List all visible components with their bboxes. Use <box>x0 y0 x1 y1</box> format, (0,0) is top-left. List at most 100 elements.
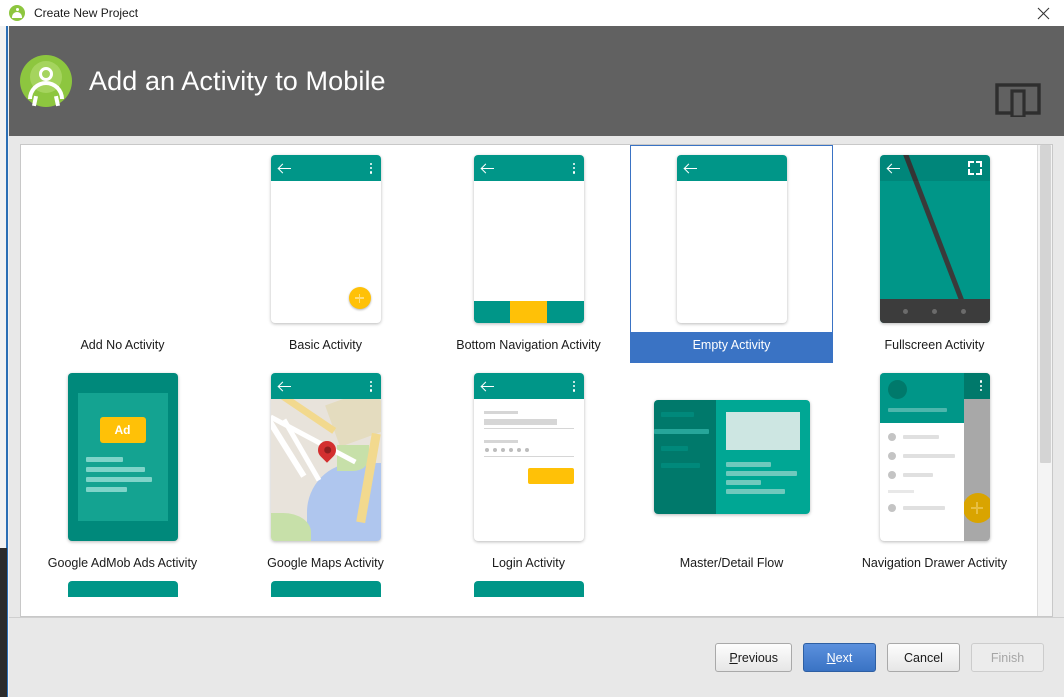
bottom-navigation-bar <box>474 301 584 323</box>
fullscreen-expand-icon <box>968 161 982 175</box>
overflow-menu-icon <box>370 163 373 174</box>
back-arrow-icon <box>685 162 697 174</box>
activity-template-label: Login Activity <box>427 551 630 581</box>
activity-template-partial[interactable] <box>224 581 427 597</box>
thumbnail-fullscreen-activity <box>880 155 990 323</box>
thumb-appbar <box>474 373 584 399</box>
drawer-menu-item <box>888 504 956 512</box>
thumbnail-google-maps-activity <box>271 373 381 541</box>
thumb-appbar <box>271 373 381 399</box>
gallery-scrollbar-thumb[interactable] <box>1040 145 1051 463</box>
activity-template-label-selected: Empty Activity <box>631 332 832 362</box>
ad-panel: Ad <box>78 393 168 521</box>
background-ide-dark-strip <box>0 548 7 697</box>
previous-button-label: revious <box>738 651 778 665</box>
activity-template-basic-activity[interactable]: Basic Activity <box>224 145 427 363</box>
activity-template-master-detail-flow[interactable]: Master/Detail Flow <box>630 363 833 581</box>
floating-action-button-icon <box>349 287 371 309</box>
password-dots <box>484 448 574 452</box>
activity-template-label: Google AdMob Ads Activity <box>21 551 224 581</box>
android-studio-logo-icon <box>20 55 72 107</box>
activity-template-label: Basic Activity <box>224 333 427 363</box>
next-button-mnemonic: N <box>827 651 836 665</box>
cancel-button[interactable]: Cancel <box>887 643 960 672</box>
drawer-divider <box>888 490 914 493</box>
thumbnail-empty-activity <box>677 155 787 323</box>
thumb-appbar <box>880 155 990 181</box>
window-titlebar: Create New Project <box>0 0 1064 26</box>
drawer-menu-item <box>888 471 956 479</box>
back-arrow-icon <box>279 380 291 392</box>
thumbnail-login-activity <box>474 373 584 541</box>
activity-gallery: Add No Activity <box>21 145 1053 597</box>
activity-template-google-admob-ads-activity[interactable]: Ad Google AdMob Ads Activity <box>21 363 224 581</box>
overflow-menu-icon <box>370 381 373 392</box>
activity-template-google-maps-activity[interactable]: Google Maps Activity <box>224 363 427 581</box>
dialog-footer: Previous Next Cancel Finish <box>9 617 1064 697</box>
map-canvas <box>271 399 381 541</box>
create-new-project-dialog: Create New Project Add an Activity to Mo… <box>0 0 1064 697</box>
navigation-drawer <box>880 373 964 541</box>
thumb-appbar <box>474 155 584 181</box>
activity-template-partial[interactable] <box>630 581 833 597</box>
drawer-header <box>880 373 964 423</box>
thumbnail-add-no-activity <box>21 145 224 333</box>
activity-template-label: Google Maps Activity <box>224 551 427 581</box>
next-button-label: ext <box>836 651 853 665</box>
overflow-menu-icon <box>573 163 576 174</box>
overflow-menu-icon <box>980 380 983 391</box>
activity-template-navigation-drawer-activity[interactable]: Navigation Drawer Activity <box>833 363 1036 581</box>
activity-template-partial[interactable] <box>833 581 1036 597</box>
activity-template-login-activity[interactable]: Login Activity <box>427 363 630 581</box>
back-arrow-icon <box>482 380 494 392</box>
gallery-row: Add No Activity <box>21 145 1053 363</box>
activity-template-label: Fullscreen Activity <box>833 333 1036 363</box>
system-navigation-bar <box>880 299 990 323</box>
activity-template-label: Master/Detail Flow <box>630 551 833 581</box>
thumb-appbar <box>271 155 381 181</box>
activity-template-partial[interactable] <box>427 581 630 597</box>
previous-button-mnemonic: P <box>729 651 737 665</box>
tablet-phone-device-icon <box>995 81 1041 122</box>
thumb-appbar <box>677 155 787 181</box>
page-title: Add an Activity to Mobile <box>89 66 386 97</box>
login-form <box>474 399 584 484</box>
activity-template-bottom-navigation-activity[interactable]: Bottom Navigation Activity <box>427 145 630 363</box>
activity-template-label: Add No Activity <box>21 333 224 363</box>
activity-template-label: Navigation Drawer Activity <box>833 551 1036 581</box>
android-studio-icon <box>9 5 25 21</box>
master-pane <box>654 400 716 514</box>
activity-gallery-area: Add No Activity <box>9 136 1064 617</box>
thumbnail-master-detail-flow <box>654 400 810 514</box>
drawer-menu-item <box>888 433 956 441</box>
thumbnail-google-admob-ads-activity: Ad <box>68 373 178 541</box>
detail-pane <box>716 400 810 514</box>
activity-template-add-no-activity[interactable]: Add No Activity <box>21 145 224 363</box>
previous-button[interactable]: Previous <box>715 643 792 672</box>
sign-in-button-shape <box>528 468 574 484</box>
activity-template-empty-activity[interactable]: Empty Activity <box>630 145 833 363</box>
thumbnail-navigation-drawer-activity <box>880 373 990 541</box>
overflow-menu-icon <box>573 381 576 392</box>
next-button[interactable]: Next <box>803 643 876 672</box>
ad-badge: Ad <box>100 417 146 443</box>
gallery-scrollbar[interactable] <box>1037 145 1052 616</box>
activity-gallery-frame: Add No Activity <box>20 144 1053 617</box>
finish-button: Finish <box>971 643 1044 672</box>
activity-template-label: Bottom Navigation Activity <box>427 333 630 363</box>
back-arrow-icon <box>888 162 900 174</box>
close-icon[interactable] <box>1022 0 1064 26</box>
thumbnail-bottom-navigation-activity <box>474 155 584 323</box>
drawer-menu-items <box>880 423 964 512</box>
gallery-row-partial <box>21 581 1053 597</box>
gallery-row: Ad Google AdMob Ads Activity <box>21 363 1053 581</box>
thumbnail-basic-activity <box>271 155 381 323</box>
floating-action-button-icon <box>963 493 990 523</box>
dialog-header: Add an Activity to Mobile <box>9 26 1064 136</box>
window-title: Create New Project <box>34 6 138 20</box>
back-arrow-icon <box>482 162 494 174</box>
drawer-menu-item <box>888 452 956 460</box>
avatar <box>888 380 907 399</box>
activity-template-partial[interactable] <box>21 581 224 597</box>
activity-template-fullscreen-activity[interactable]: Fullscreen Activity <box>833 145 1036 363</box>
